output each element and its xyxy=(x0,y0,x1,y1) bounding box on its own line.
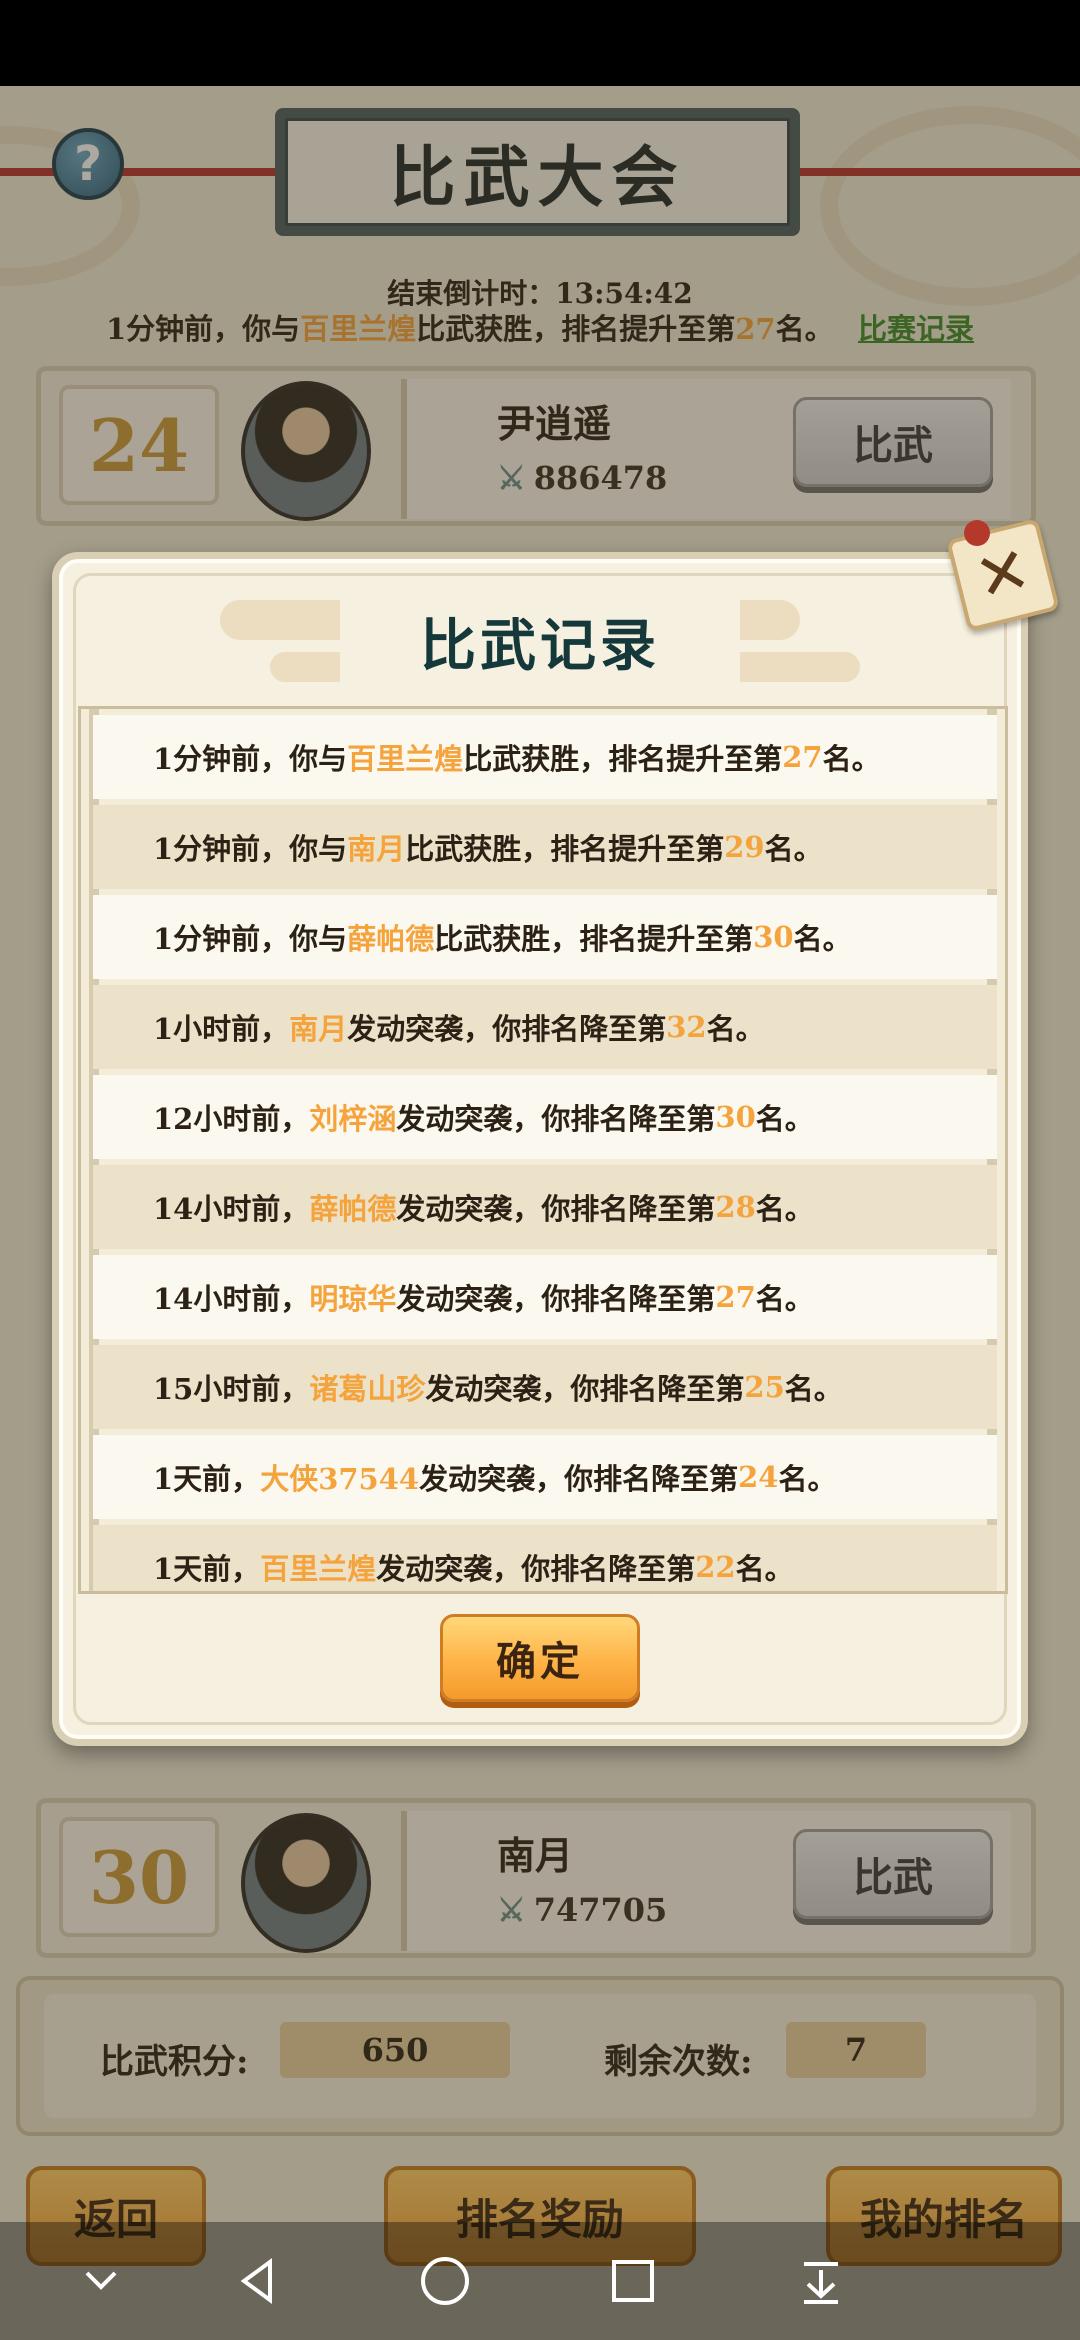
opponent-name: 南月 xyxy=(289,1012,348,1046)
opponent-name: 薛帕德 xyxy=(309,1192,397,1226)
record-item: 1分钟前，你与 薛帕德 比武获胜，排名提升至第 30 名。 xyxy=(93,895,997,979)
rank-number: 30 xyxy=(753,920,794,954)
back-nav-button[interactable] xyxy=(222,2246,292,2316)
status-bar xyxy=(0,0,1080,86)
records-list[interactable]: 1分钟前，你与 百里兰煌 比武获胜，排名提升至第 27 名。 1分钟前，你与 南月 比武获胜… xyxy=(78,706,1008,1594)
rank-number: 28 xyxy=(715,1190,756,1224)
home-circle-icon xyxy=(421,2257,469,2305)
rank-number: 32 xyxy=(666,1010,707,1044)
confirm-button[interactable]: 确定 xyxy=(440,1614,640,1702)
back-triangle-icon xyxy=(240,2258,272,2304)
rank-number: 30 xyxy=(715,1100,756,1134)
recents-square-icon xyxy=(612,2260,654,2302)
opponent-name: 南月 xyxy=(347,832,406,866)
collapse-button[interactable] xyxy=(66,2246,136,2316)
rank-number: 24 xyxy=(738,1460,779,1494)
record-item: 1分钟前，你与 南月 比武获胜，排名提升至第 29 名。 xyxy=(93,805,997,889)
chevron-down-icon xyxy=(85,2271,117,2290)
opponent-name: 百里兰煌 xyxy=(347,742,464,776)
record-item: 12小时前， 刘梓涵 发动突袭，你排名降至第 30 名。 xyxy=(93,1075,997,1159)
home-nav-button[interactable] xyxy=(410,2246,480,2316)
rank-number: 27 xyxy=(715,1280,756,1314)
navigation-bar xyxy=(0,2222,1080,2340)
record-item: 1天前， 大侠37544 发动突袭，你排名降至第 24 名。 xyxy=(93,1435,997,1519)
notification-pull-button[interactable] xyxy=(786,2246,856,2316)
pull-down-icon xyxy=(804,2262,838,2304)
opponent-name: 明琼华 xyxy=(309,1282,397,1316)
record-item: 1小时前， 南月 发动突袭，你排名降至第 32 名。 xyxy=(93,985,997,1069)
rank-number: 27 xyxy=(782,740,823,774)
record-item: 14小时前， 明琼华 发动突袭，你排名降至第 27 名。 xyxy=(93,1255,997,1339)
opponent-name: 薛帕德 xyxy=(347,922,435,956)
modal-title: 比武记录 xyxy=(340,598,740,684)
record-item: 15小时前， 诸葛山珍 发动突袭，你排名降至第 25 名。 xyxy=(93,1345,997,1429)
opponent-name: 百里兰煌 xyxy=(260,1552,377,1586)
opponent-name: 诸葛山珍 xyxy=(309,1372,426,1406)
record-item: 1分钟前，你与 百里兰煌 比武获胜，排名提升至第 27 名。 xyxy=(93,715,997,799)
record-item: 14小时前， 薛帕德 发动突袭，你排名降至第 28 名。 xyxy=(93,1165,997,1249)
record-item: 1天前， 百里兰煌 发动突袭，你排名降至第 22 名。 xyxy=(93,1525,997,1591)
rank-number: 29 xyxy=(724,830,765,864)
rank-number: 22 xyxy=(695,1550,736,1584)
recents-nav-button[interactable] xyxy=(598,2246,668,2316)
rank-number: 25 xyxy=(744,1370,785,1404)
opponent-name: 刘梓涵 xyxy=(309,1102,397,1136)
opponent-name: 大侠37544 xyxy=(260,1462,420,1496)
pin-icon xyxy=(964,520,990,546)
